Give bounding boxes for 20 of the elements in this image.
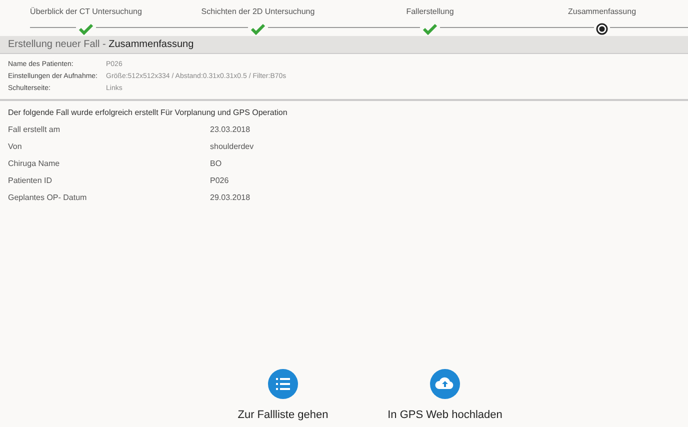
header-title: Erstellung neuer Fall - Zusammenfassung	[8, 38, 194, 52]
step-label: Schichten der 2D Untersuchung	[201, 6, 315, 18]
detail-value: BO	[210, 158, 222, 170]
detail-value: shoulderdev	[210, 140, 254, 152]
detail-label: Von	[8, 140, 23, 152]
detail-value: 29.03.2018	[210, 192, 250, 204]
detail-label: Chiruga Name	[8, 158, 61, 170]
step-label: Zusammenfassung	[568, 6, 636, 18]
step-label: Überblick der CT Untersuchung	[30, 6, 142, 18]
detail-value: P026	[210, 174, 229, 186]
detail-label: Fall erstellt am	[8, 124, 62, 136]
action-button[interactable]: In GPS Web hochladen	[380, 368, 510, 423]
detail-label: Geplantes OP- Datum	[8, 192, 88, 204]
action-button[interactable]: Zur Fallliste gehen	[218, 368, 348, 423]
cloud-upload-icon	[430, 368, 460, 398]
step-label: Fallerstellung	[406, 6, 454, 18]
list-icon	[268, 368, 298, 398]
detail-value: 23.03.2018	[210, 124, 250, 136]
detail-label: Patienten ID	[8, 174, 54, 186]
success-message: Der folgende Fall wurde erfolgreich erstellt Für Vorplanung und GPS Operation	[8, 107, 288, 119]
